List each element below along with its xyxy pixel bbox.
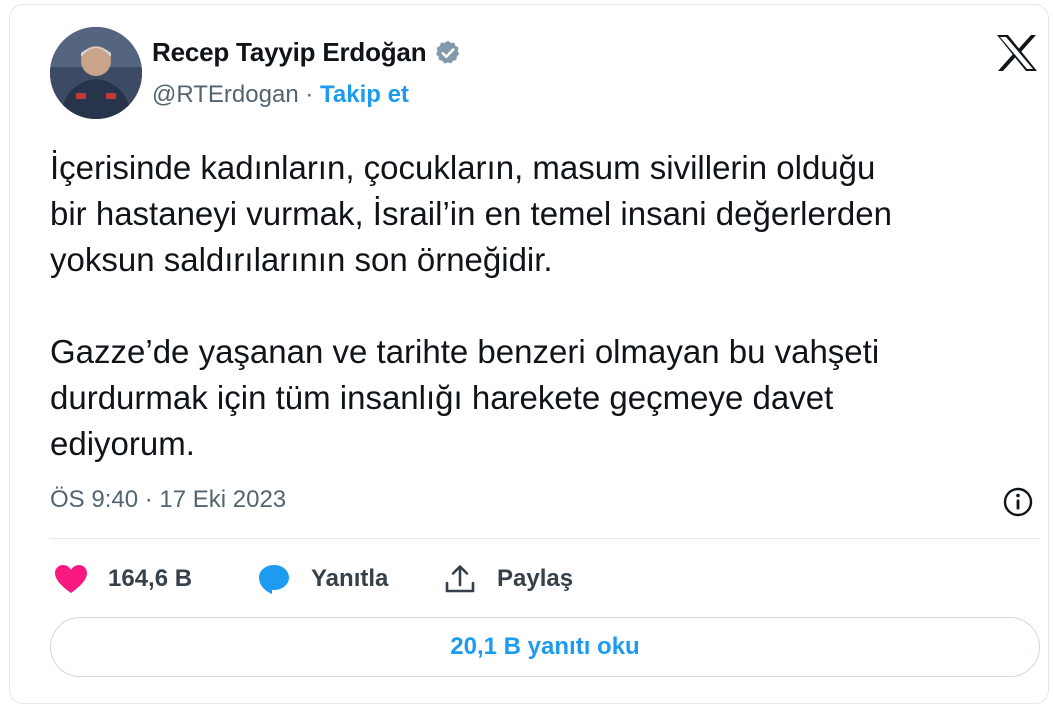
tweet-paragraph: Gazze’de yaşanan ve tarihte benzeri olma… <box>50 333 880 462</box>
verified-badge-icon <box>434 39 462 67</box>
share-button[interactable]: Paylaş <box>443 561 573 597</box>
tweet-timestamp[interactable]: ÖS 9:40 · 17 Eki 2023 <box>50 486 286 514</box>
share-icon <box>445 565 475 593</box>
author-handle[interactable]: @RTErdogan <box>152 81 299 108</box>
tweet-card: Recep Tayyip Erdoğan @RTErdogan · Takip … <box>9 4 1049 704</box>
heart-icon <box>55 565 87 593</box>
reply-button[interactable]: Yanıtla <box>257 561 388 597</box>
author-name[interactable]: Recep Tayyip Erdoğan <box>152 37 427 68</box>
reply-label: Yanıtla <box>311 565 389 592</box>
profile-photo-icon <box>50 27 142 119</box>
reply-bubble-icon <box>259 565 289 594</box>
follow-button[interactable]: Takip et <box>320 81 409 108</box>
handle-row: @RTErdogan · Takip et <box>152 81 409 109</box>
x-logo-icon[interactable] <box>995 33 1039 73</box>
read-replies-button[interactable]: 20,1 B yanıtı oku <box>50 617 1040 677</box>
read-replies-label: 20,1 B yanıtı oku <box>450 633 640 660</box>
like-button[interactable]: 164,6 B <box>54 561 192 597</box>
author-row: Recep Tayyip Erdoğan <box>152 37 462 68</box>
like-count: 164,6 B <box>108 565 193 592</box>
info-icon[interactable] <box>1000 484 1036 520</box>
avatar[interactable] <box>50 27 142 119</box>
share-label: Paylaş <box>497 565 574 592</box>
handle-separator: · <box>298 81 320 108</box>
tweet-paragraph: İçerisinde kadınların, çocukların, masum… <box>50 149 892 278</box>
divider <box>50 538 1040 539</box>
tweet-text: İçerisinde kadınların, çocukların, masum… <box>50 145 1040 467</box>
